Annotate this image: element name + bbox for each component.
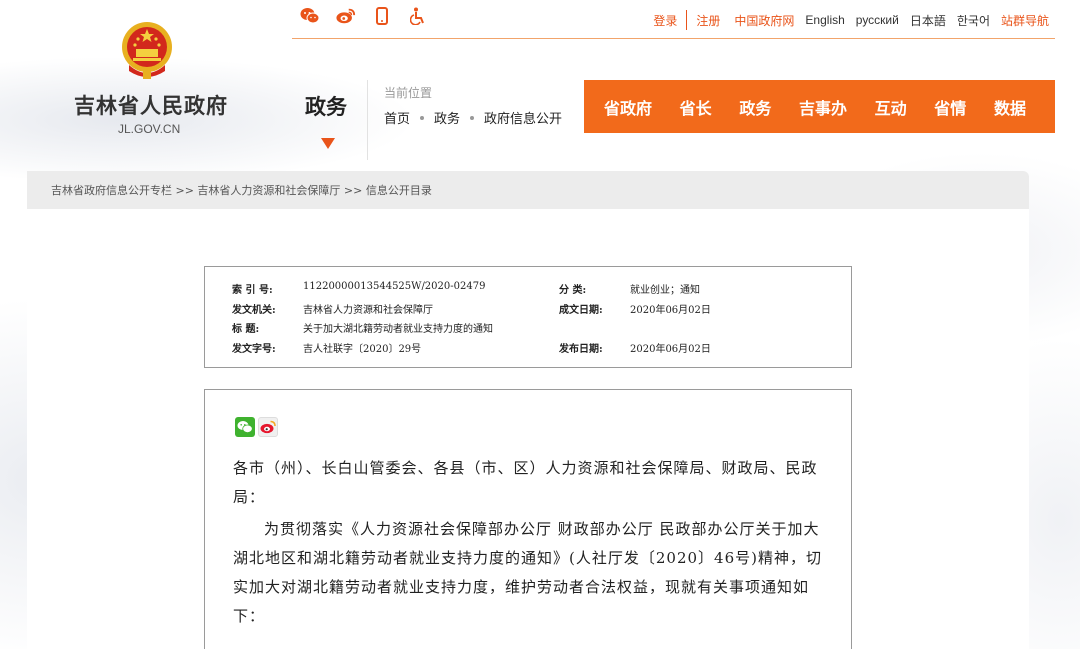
nav-item-governor[interactable]: 省长	[680, 95, 712, 119]
meta-row: 索 引 号: 11220000013544525W/2020-02479 分 类…	[205, 281, 851, 301]
title-value: 关于加大湖北籍劳动者就业支持力度的通知	[303, 324, 493, 335]
meta-row: 发文机关: 吉林省人力资源和社会保障厅 成文日期: 2020年06月02日	[205, 301, 851, 321]
russian-link[interactable]: русский	[856, 13, 899, 27]
site-nav-link[interactable]: 站群导航	[1001, 12, 1049, 29]
path-band: 吉林省政府信息公开专栏 >> 吉林省人力资源和社会保障厅 >> 信息公开目录	[27, 171, 1029, 209]
meta-row: 发文字号: 吉人社联字〔2020〕29号 发布日期: 2020年06月02日	[205, 340, 851, 360]
page: 登录 注册 中国政府网 English русский 日本語 한국어 站群导航…	[0, 0, 1080, 649]
mobile-icon[interactable]	[372, 6, 392, 26]
site-url: JL.GOV.CN	[118, 122, 181, 136]
index-label: 索 引 号:	[232, 285, 273, 296]
main-nav: 省政府 省长 政务 吉事办 互动 省情 数据	[584, 80, 1055, 133]
breadcrumb-separator	[470, 115, 475, 120]
section-title: 政务	[305, 95, 347, 119]
breadcrumb-separator	[420, 115, 425, 120]
title-label: 标 题:	[232, 324, 260, 335]
document-meta-box: 索 引 号: 11220000013544525W/2020-02479 分 类…	[204, 266, 852, 368]
japanese-link[interactable]: 日本語	[910, 12, 946, 29]
location-label: 当前位置	[384, 86, 433, 100]
share-weibo-icon[interactable]	[258, 417, 278, 437]
china-gov-link[interactable]: 中国政府网	[734, 12, 794, 29]
wechat-icon[interactable]	[300, 6, 320, 26]
share-wechat-icon[interactable]	[235, 417, 255, 437]
top-links: 登录 注册 中国政府网 English русский 日本語 한국어 站群导航	[653, 10, 1049, 30]
top-utility-bar: 登录 注册 中国政府网 English русский 日本語 한국어 站群导航	[292, 0, 1055, 39]
accessibility-icon[interactable]	[408, 6, 428, 26]
section-arrow-icon	[321, 138, 335, 149]
national-emblem-icon[interactable]	[121, 19, 173, 81]
nav-item-interaction[interactable]: 互动	[875, 95, 907, 119]
meta-row: 标 题: 关于加大湖北籍劳动者就业支持力度的通知	[205, 320, 851, 340]
index-value: 11220000013544525W/2020-02479	[303, 281, 486, 292]
issuer-value: 吉林省人力资源和社会保障厅	[303, 305, 433, 316]
issuer-label: 发文机关:	[232, 305, 276, 316]
divider	[367, 80, 368, 160]
path-breadcrumb[interactable]: 吉林省政府信息公开专栏 >> 吉林省人力资源和社会保障厅 >> 信息公开目录	[51, 182, 432, 198]
publish-date-label: 发布日期:	[559, 344, 603, 355]
breadcrumb: 首页 政务 政府信息公开	[384, 108, 562, 127]
date-written-label: 成文日期:	[559, 305, 603, 316]
breadcrumb-home[interactable]: 首页	[384, 108, 410, 127]
english-link[interactable]: English	[805, 13, 844, 27]
category-label: 分 类:	[559, 285, 587, 296]
publish-date-value: 2020年06月02日	[630, 344, 711, 355]
category-value: 就业创业；通知	[630, 285, 700, 296]
nav-item-data[interactable]: 数据	[994, 95, 1026, 119]
site-name[interactable]: 吉林省人民政府	[74, 90, 228, 120]
korean-link[interactable]: 한국어	[957, 12, 990, 29]
doc-number-label: 发文字号:	[232, 344, 276, 355]
article-box: 各市（州）、长白山管委会、各县（市、区）人力资源和社会保障局、财政局、民政局： …	[204, 389, 852, 649]
breadcrumb-info-disclosure[interactable]: 政府信息公开	[484, 108, 562, 127]
share-bar	[235, 417, 278, 437]
nav-item-affairs[interactable]: 政务	[739, 95, 771, 119]
article-paragraph: 为贯彻落实《人力资源社会保障部办公厅 财政部办公厅 民政部办公厅关于加大湖北地区…	[233, 520, 822, 625]
nav-item-province-info[interactable]: 省情	[934, 95, 966, 119]
nav-item-services[interactable]: 吉事办	[799, 95, 847, 119]
register-link[interactable]: 注册	[696, 12, 720, 29]
nav-item-provincial-gov[interactable]: 省政府	[604, 95, 652, 119]
article-salutation: 各市（州）、长白山管委会、各县（市、区）人力资源和社会保障局、财政局、民政局：	[233, 459, 818, 506]
date-written-value: 2020年06月02日	[630, 305, 711, 316]
breadcrumb-affairs[interactable]: 政务	[434, 108, 460, 127]
top-icon-group	[300, 6, 428, 26]
login-link[interactable]: 登录	[653, 12, 677, 29]
article-body: 各市（州）、长白山管委会、各县（市、区）人力资源和社会保障局、财政局、民政局： …	[233, 454, 823, 634]
doc-number-value: 吉人社联字〔2020〕29号	[303, 344, 422, 355]
top-link-divider	[686, 10, 688, 30]
weibo-icon[interactable]	[336, 6, 356, 26]
